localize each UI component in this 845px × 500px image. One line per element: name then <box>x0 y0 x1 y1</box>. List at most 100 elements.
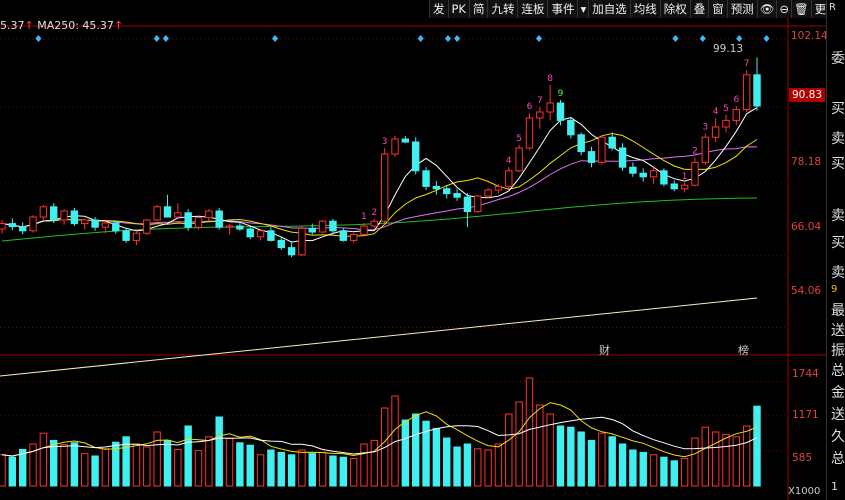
volume-bar <box>660 456 668 487</box>
candle-body <box>91 219 99 228</box>
volume-bar <box>474 448 482 487</box>
tool-dropdown-icon[interactable]: ▾ <box>577 0 588 18</box>
signal-diamond-icon <box>699 35 706 42</box>
volume-bar <box>18 448 27 487</box>
volume-unit-label: X1000 <box>788 486 821 497</box>
volume-axis-label: 1171 <box>792 409 819 421</box>
chart-toolbar: 发PK简九转连板事件▾加自选均线除权叠窗预测👁⊖🗑更多⊕▸ <box>429 0 845 18</box>
tool-add-watchlist[interactable]: 加自选 <box>588 0 630 18</box>
candle-body <box>122 230 130 241</box>
ma250-line <box>0 297 758 377</box>
candle-body <box>742 74 751 111</box>
candle-body <box>81 219 89 225</box>
panel-label: 卖 <box>831 131 845 147</box>
candle-body <box>339 230 348 241</box>
nine-turn-mark: 2 <box>371 208 377 218</box>
nine-turn-mark: 3 <box>382 137 388 147</box>
tool-forecast[interactable]: 预测 <box>726 0 757 18</box>
nine-turn-mark: 6 <box>527 102 533 112</box>
candle-body <box>577 134 585 153</box>
event-cai-marker[interactable]: 财 <box>599 342 610 358</box>
panel-mid-label: 9 <box>831 284 838 295</box>
panel-label: 买 <box>831 101 845 117</box>
tool-overlay[interactable]: 叠 <box>689 0 709 18</box>
ma20-line <box>1 146 758 231</box>
tool-shijian[interactable]: 事件 <box>547 0 577 18</box>
tool-pk[interactable]: PK <box>447 0 469 18</box>
candle-body <box>39 206 48 218</box>
candle-body <box>50 206 58 221</box>
candle-body <box>112 222 120 232</box>
tool-eye-icon[interactable]: 👁 <box>756 0 777 18</box>
signal-diamond-icon <box>535 35 542 42</box>
tool-trash-icon[interactable]: 🗑 <box>791 0 811 18</box>
candle-body <box>546 102 554 113</box>
tool-jian[interactable]: 简 <box>468 0 488 18</box>
candle-body <box>556 102 565 121</box>
volume-bar <box>680 457 689 487</box>
volume-bar <box>132 443 141 487</box>
volume-bar <box>484 449 492 487</box>
candle-body <box>318 220 327 233</box>
tool-zoom-out-icon[interactable]: ⊖ <box>776 0 791 18</box>
candle-body <box>8 223 17 228</box>
volume-bar <box>256 454 265 487</box>
candle-body <box>525 117 534 149</box>
signal-diamond-icon <box>162 35 169 42</box>
volume-bar <box>670 460 678 487</box>
tool-chuquan[interactable]: 除权 <box>659 0 690 18</box>
candle-body <box>711 126 720 138</box>
candle-body <box>515 147 523 172</box>
candle-body <box>143 219 151 234</box>
ma-prefix-arrow: ↑ <box>24 19 34 32</box>
candle-body <box>587 151 596 163</box>
tool-fa[interactable]: 发 <box>429 0 448 18</box>
tool-lianban[interactable]: 连板 <box>517 0 547 18</box>
nine-turn-mark: 6 <box>733 95 739 105</box>
candle-body <box>236 225 244 230</box>
volume-bar <box>360 443 368 487</box>
volume-bar <box>411 413 420 487</box>
kline-chart[interactable]: 1 234567891234 567 <box>0 0 845 500</box>
volume-bar <box>370 439 379 487</box>
candle-body <box>267 230 275 241</box>
current-price-tag: 90.83 <box>789 88 825 102</box>
volume-bar <box>401 419 410 487</box>
tool-jiuzhuan[interactable]: 九转 <box>487 0 517 18</box>
volume-bar <box>0 454 6 487</box>
event-bang-marker[interactable]: 榜 <box>738 342 749 358</box>
ma60-line <box>1 197 758 242</box>
nine-turn-mark: 1 <box>682 172 688 182</box>
price-axis-label: 66.04 <box>791 221 822 233</box>
volume-bar <box>225 438 234 487</box>
volume-bar <box>246 444 254 487</box>
panel-note: 金 <box>831 385 845 401</box>
candle-body <box>670 183 678 190</box>
candle-body <box>205 210 213 219</box>
nine-turn-mark: 8 <box>547 74 553 84</box>
candle-body <box>380 153 389 222</box>
panel-label: 卖 <box>831 208 845 224</box>
panel-top-label: R <box>829 2 836 13</box>
tool-window[interactable]: 窗 <box>708 0 727 18</box>
tool-junxian[interactable]: 均线 <box>629 0 660 18</box>
signal-diamond-icon <box>763 35 770 42</box>
candle-body <box>0 223 6 230</box>
volume-bar <box>8 456 17 487</box>
candle-body <box>639 172 647 178</box>
signal-diamond-icon <box>272 35 279 42</box>
panel-note: 最 <box>831 303 845 319</box>
panel-label: 买 <box>831 156 845 172</box>
volume-bar <box>722 433 730 487</box>
volume-bar <box>629 449 637 487</box>
candle-body <box>411 141 420 172</box>
volume-bar <box>598 432 606 487</box>
volume-bar <box>349 457 358 487</box>
candle-body <box>567 119 575 136</box>
nine-turn-mark: 4 <box>713 107 719 117</box>
candle-body <box>70 210 79 225</box>
ma-prefix-value: 5.37 <box>0 19 25 32</box>
signal-diamond-icon <box>454 35 461 42</box>
candle-body <box>132 232 141 241</box>
candle-body <box>329 220 337 232</box>
